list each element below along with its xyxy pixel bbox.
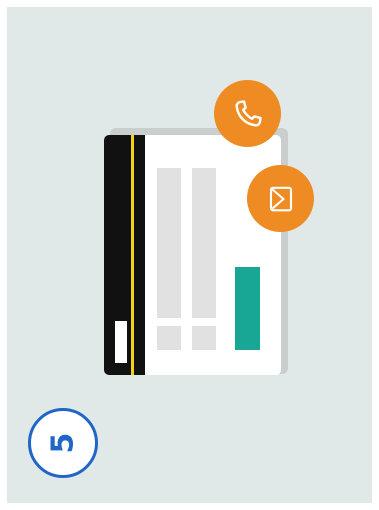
step-number-badge: 5 (28, 408, 98, 478)
card-field-column-1 (157, 168, 181, 318)
card-accent-bar (235, 267, 260, 350)
signature-box (115, 321, 127, 363)
card-field-small-2 (192, 326, 216, 350)
envelope-glyph (269, 186, 292, 211)
stripe-yellow-line (131, 135, 134, 375)
phone-icon (214, 80, 281, 147)
card-field-small-1 (157, 326, 181, 350)
step-number: 5 (45, 432, 80, 454)
card-field-column-2 (192, 168, 216, 318)
envelope-icon (247, 165, 314, 232)
phone-glyph (234, 99, 262, 127)
card-back-illustration (104, 135, 281, 375)
